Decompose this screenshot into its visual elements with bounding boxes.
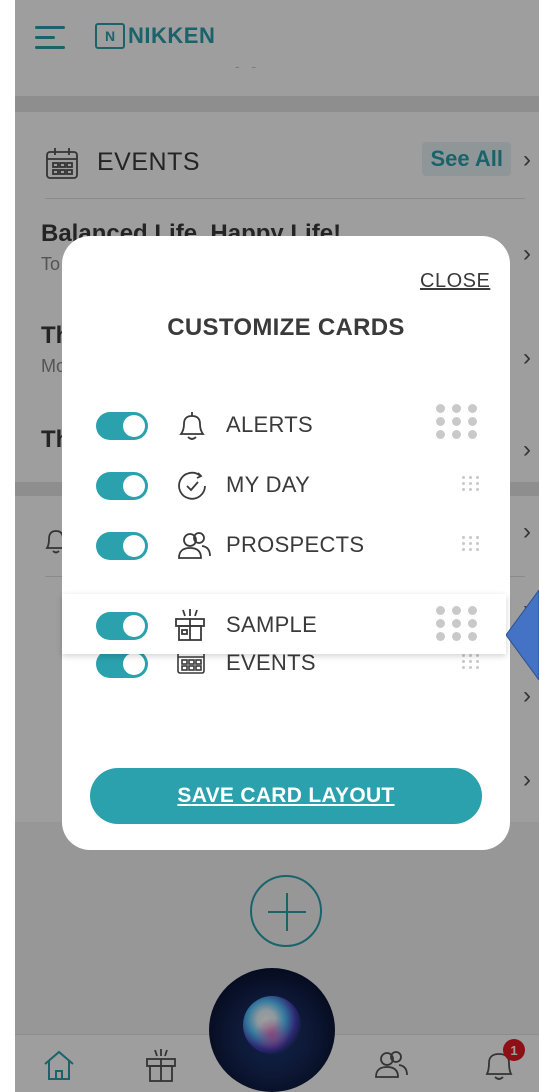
my-day-toggle[interactable] xyxy=(96,472,148,500)
modal-title: CUSTOMIZE CARDS xyxy=(167,314,405,341)
save-card-layout-button[interactable]: SAVE CARD LAYOUT xyxy=(90,768,482,824)
card-row-sample-dragging[interactable]: SAMPLE xyxy=(62,594,506,654)
customize-cards-modal: CLOSE CUSTOMIZE CARDS ALERTS MY DAY PROS… xyxy=(62,236,510,850)
prospects-toggle[interactable] xyxy=(96,532,148,560)
card-label: ALERTS xyxy=(226,412,313,437)
events-toggle[interactable] xyxy=(96,650,148,678)
drag-handle-icon[interactable] xyxy=(462,536,480,551)
save-button-label: SAVE CARD LAYOUT xyxy=(177,784,395,807)
card-row-prospects: PROSPECTS xyxy=(62,516,510,576)
pointer-arrow-icon xyxy=(506,590,539,680)
drag-handle-icon[interactable] xyxy=(436,606,478,641)
gift-icon xyxy=(172,608,208,641)
card-label: MY DAY xyxy=(226,472,311,497)
card-row-my-day: MY DAY xyxy=(62,456,510,516)
card-label: SAMPLE xyxy=(226,612,318,637)
drag-handle-icon[interactable] xyxy=(462,654,480,669)
clock-icon xyxy=(176,470,212,502)
drag-handle-icon[interactable] xyxy=(462,476,480,491)
card-row-alerts: ALERTS xyxy=(62,396,510,456)
people-icon xyxy=(176,530,212,562)
close-button[interactable]: CLOSE xyxy=(420,270,490,293)
alerts-toggle[interactable] xyxy=(96,412,148,440)
card-label: PROSPECTS xyxy=(226,532,365,557)
bell-icon xyxy=(176,410,212,442)
drag-handle-icon[interactable] xyxy=(436,404,478,439)
sample-toggle[interactable] xyxy=(96,612,148,640)
